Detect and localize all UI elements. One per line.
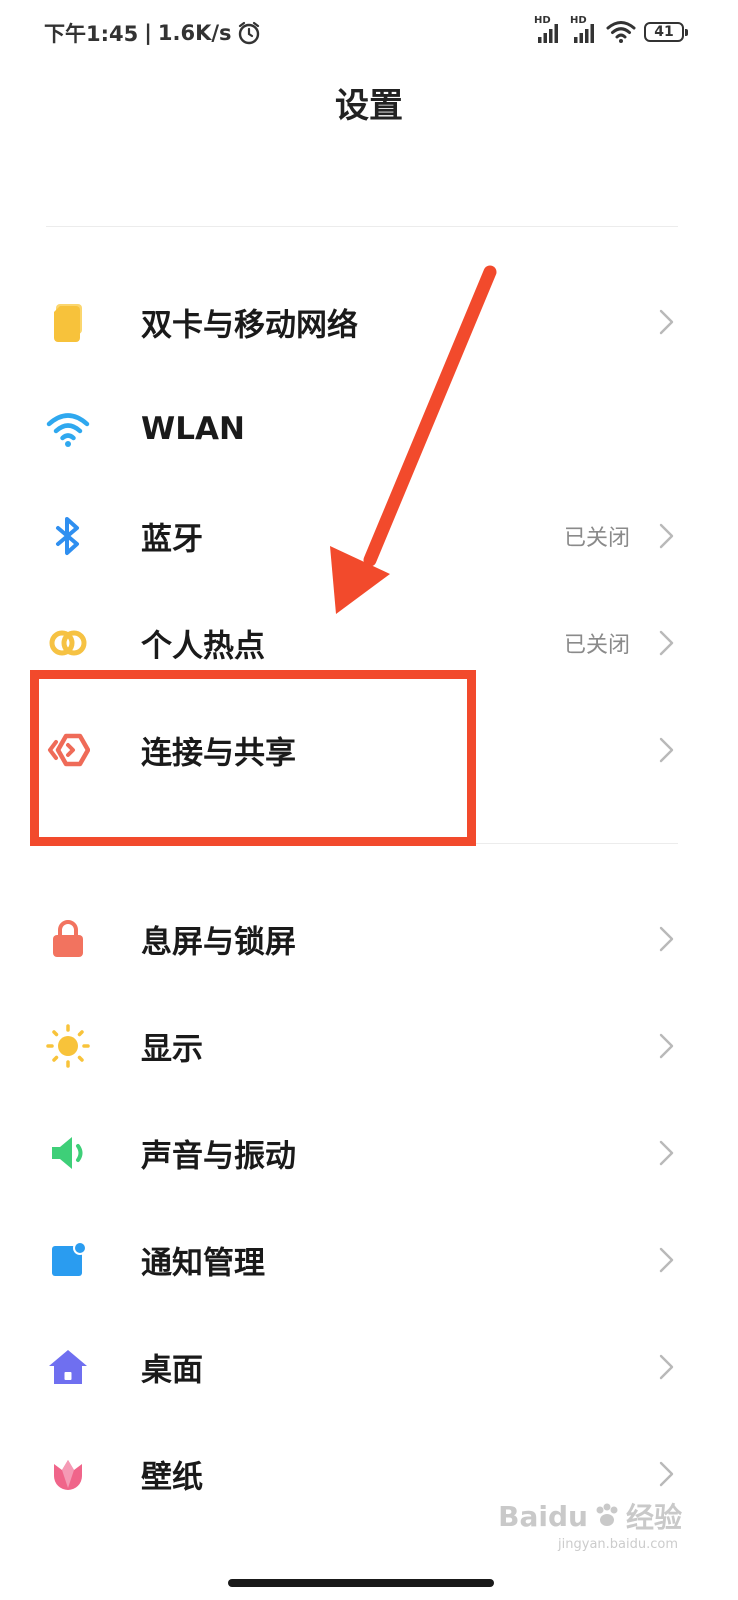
watermark-suffix: 经验 — [625, 1501, 682, 1534]
page-title: 设置 — [335, 86, 403, 126]
highlight-box — [30, 670, 476, 846]
speaker-icon — [52, 1136, 83, 1169]
settings-row-label: 桌面 — [141, 1352, 203, 1388]
settings-row-lock-screen[interactable]: 息屏与锁屏 — [0, 885, 738, 992]
signal-icon — [574, 24, 594, 43]
settings-row-label: 通知管理 — [141, 1245, 265, 1281]
signal-sim1: HD — [534, 15, 562, 45]
lock-icon — [53, 919, 83, 957]
chevron-right-icon — [659, 1140, 674, 1165]
header-divider — [46, 226, 678, 227]
settings-row-label: 息屏与锁屏 — [141, 924, 296, 960]
hotspot-icon — [49, 630, 87, 655]
signal-sim2: HD — [570, 15, 598, 45]
watermark-url: jingyan.baidu.com — [558, 1537, 678, 1552]
settings-row-label: 蓝牙 — [141, 521, 203, 557]
chevron-right-icon — [659, 1354, 674, 1379]
settings-row-value: 已关闭 — [563, 525, 630, 551]
baidu-watermark: Baidu 经验 — [498, 1494, 682, 1538]
status-right: HD HD 41 — [534, 15, 688, 48]
settings-row-label: 显示 — [141, 1031, 203, 1067]
status-net-speed: 1.6K/s — [157, 21, 232, 45]
chevron-right-icon — [659, 926, 674, 951]
chevron-right-icon — [659, 630, 674, 655]
settings-row-notifications[interactable]: 通知管理 — [0, 1206, 738, 1313]
wifi-icon — [46, 412, 90, 447]
settings-row-bluetooth[interactable]: 蓝牙 已关闭 — [0, 482, 738, 589]
settings-row-label: 壁纸 — [141, 1459, 203, 1495]
notification-icon — [52, 1240, 87, 1276]
watermark-brand: Baidu — [498, 1499, 588, 1533]
settings-row-label: WLAN — [141, 410, 245, 447]
paw-icon — [596, 1503, 618, 1526]
settings-row-home-screen[interactable]: 桌面 — [0, 1313, 738, 1420]
settings-row-display[interactable]: 显示 — [0, 992, 738, 1099]
alarm-icon — [238, 21, 259, 45]
battery-icon: 41 — [644, 22, 688, 42]
signal-icon — [538, 24, 558, 43]
sim-card-icon — [54, 303, 82, 342]
settings-row-wlan[interactable]: WLAN — [0, 375, 738, 482]
settings-row-sound[interactable]: 声音与振动 — [0, 1099, 738, 1206]
chevron-right-icon — [659, 309, 674, 334]
tulip-icon — [54, 1459, 82, 1490]
settings-row-dual-sim[interactable]: 双卡与移动网络 — [0, 268, 738, 375]
battery-level: 41 — [654, 24, 674, 40]
settings-row-label: 个人热点 — [141, 628, 265, 664]
chevron-right-icon — [659, 1247, 674, 1272]
chevron-right-icon — [659, 1461, 674, 1486]
status-left: 下午1:45 | 1.6K/s — [44, 18, 262, 48]
bluetooth-icon — [56, 516, 79, 555]
chevron-right-icon — [659, 737, 674, 762]
chevron-right-icon — [659, 523, 674, 548]
status-time: 下午1:45 — [44, 22, 139, 46]
status-separator: | — [144, 21, 152, 45]
settings-row-value: 已关闭 — [563, 632, 630, 658]
chevron-right-icon — [659, 1033, 674, 1058]
home-indicator[interactable] — [228, 1579, 494, 1587]
settings-row-label: 声音与振动 — [141, 1138, 296, 1174]
status-bar: 下午1:45 | 1.6K/s HD HD 41 — [0, 0, 738, 64]
wifi-icon — [606, 21, 636, 43]
settings-row-label: 双卡与移动网络 — [141, 307, 358, 343]
home-icon — [49, 1349, 87, 1384]
sun-icon — [46, 1023, 90, 1068]
